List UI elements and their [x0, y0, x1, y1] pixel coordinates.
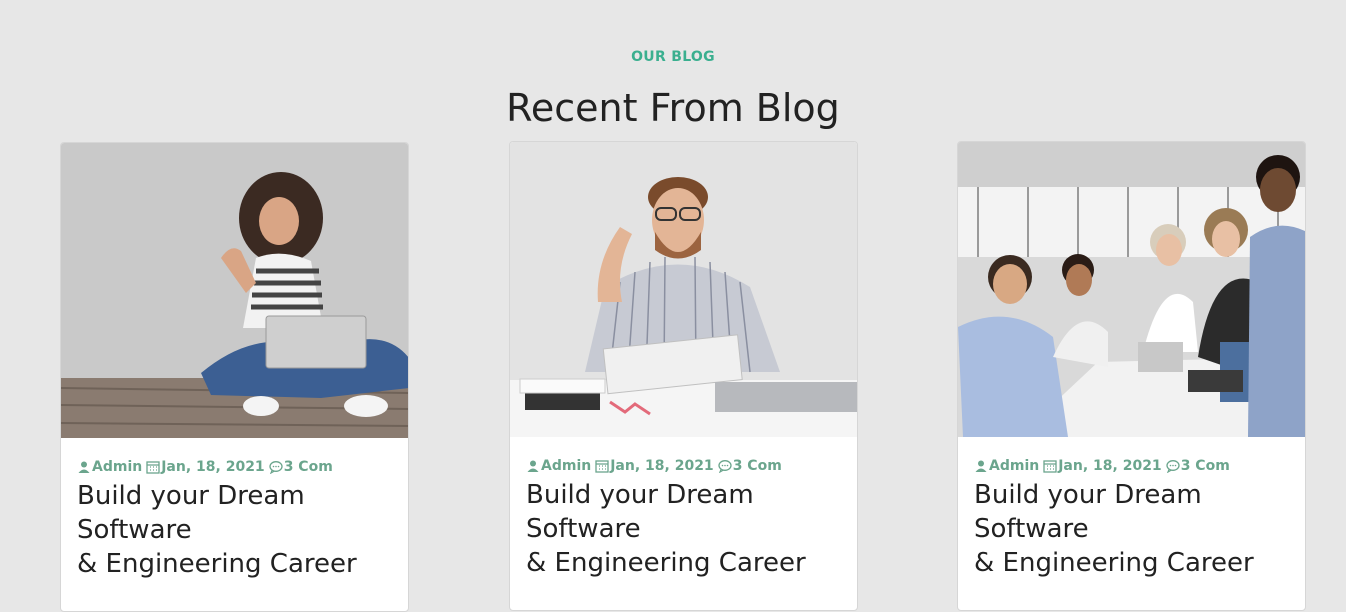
- blog-card[interactable]: Admin Jan, 18, 2021 3 Com Build your Dre…: [957, 141, 1306, 611]
- blog-card-meta: Admin Jan, 18, 2021 3 Com: [526, 458, 786, 474]
- blog-card-date: Jan, 18, 2021: [161, 459, 265, 475]
- blog-card[interactable]: Admin Jan, 18, 2021 3 Com Build your Dre…: [509, 141, 858, 611]
- blog-card-title-line: Software: [77, 515, 192, 545]
- calendar-icon: [595, 459, 609, 473]
- blog-card-image[interactable]: [958, 142, 1305, 437]
- blog-card-title-line: Build your Dream: [526, 480, 754, 510]
- section-title: Recent From Blog: [506, 86, 840, 130]
- blog-card-title-line: Software: [974, 514, 1089, 544]
- blog-card-title-line: Build your Dream: [77, 481, 305, 511]
- blog-card-comments[interactable]: 3 Com: [733, 458, 782, 474]
- calendar-icon: [1043, 459, 1057, 473]
- blog-card[interactable]: Admin Jan, 18, 2021 3 Com Build your Dre…: [60, 142, 409, 612]
- user-icon: [526, 459, 540, 473]
- blog-card-title[interactable]: Build your Dream Software & Engineering …: [77, 479, 397, 581]
- blog-card-author[interactable]: Admin: [541, 458, 591, 474]
- blog-card-title-line: Build your Dream: [974, 480, 1202, 510]
- blog-card-comments[interactable]: 3 Com: [1181, 458, 1230, 474]
- blog-card-title-line: & Engineering Career: [77, 549, 357, 579]
- blog-card-comments[interactable]: 3 Com: [284, 459, 333, 475]
- section-eyebrow: OUR BLOG: [631, 49, 715, 65]
- comment-icon: [718, 459, 732, 473]
- comment-icon: [1166, 459, 1180, 473]
- blog-card-image[interactable]: [61, 143, 408, 438]
- calendar-icon: [146, 460, 160, 474]
- comment-icon: [269, 460, 283, 474]
- blog-card-image[interactable]: [510, 142, 857, 437]
- user-icon: [77, 460, 91, 474]
- blog-card-title-line: & Engineering Career: [974, 548, 1254, 578]
- blog-card-date: Jan, 18, 2021: [1058, 458, 1162, 474]
- blog-card-meta: Admin Jan, 18, 2021 3 Com: [974, 458, 1234, 474]
- blog-card-date: Jan, 18, 2021: [610, 458, 714, 474]
- blog-card-title-line: Software: [526, 514, 641, 544]
- blog-card-title[interactable]: Build your Dream Software & Engineering …: [526, 478, 846, 580]
- blog-card-author[interactable]: Admin: [989, 458, 1039, 474]
- blog-card-author[interactable]: Admin: [92, 459, 142, 475]
- blog-card-meta: Admin Jan, 18, 2021 3 Com: [77, 459, 337, 475]
- blog-card-title[interactable]: Build your Dream Software & Engineering …: [974, 478, 1294, 580]
- user-icon: [974, 459, 988, 473]
- blog-card-title-line: & Engineering Career: [526, 548, 806, 578]
